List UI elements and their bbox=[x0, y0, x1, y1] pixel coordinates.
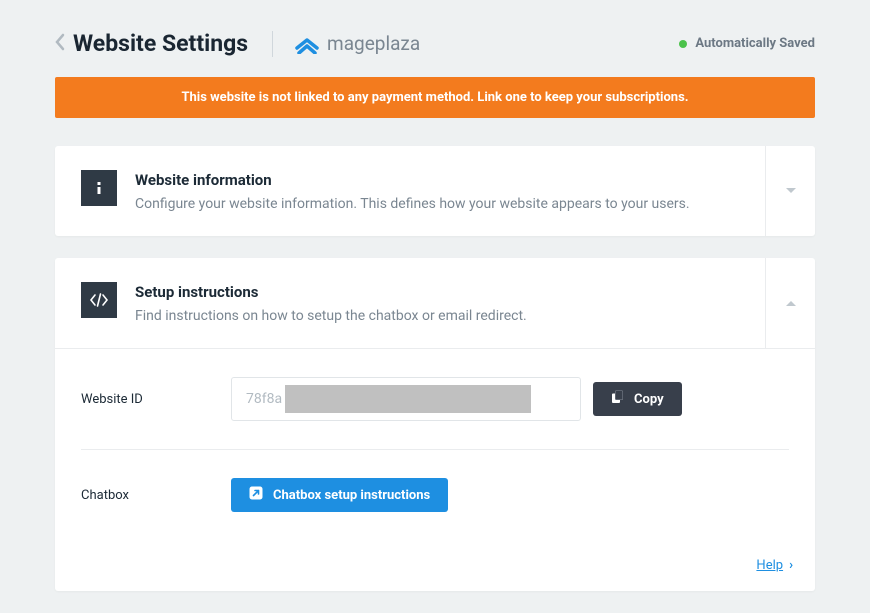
brand-name: mageplaza bbox=[327, 32, 420, 55]
collapse-toggle[interactable] bbox=[765, 258, 815, 348]
setup-instructions-panel: Setup instructions Find instructions on … bbox=[55, 258, 815, 591]
redaction-mask bbox=[285, 385, 531, 413]
code-icon bbox=[81, 282, 117, 318]
panel-subtitle: Find instructions on how to setup the ch… bbox=[135, 308, 527, 324]
field-label: Chatbox bbox=[81, 488, 231, 503]
copy-button-label: Copy bbox=[634, 392, 664, 407]
panel-head: Website information Configure your websi… bbox=[55, 146, 815, 236]
panel-body: Website ID Copy Chatbox bbox=[55, 348, 815, 540]
external-link-icon bbox=[249, 486, 263, 504]
panel-head: Setup instructions Find instructions on … bbox=[55, 258, 815, 348]
panel-text: Website information Configure your websi… bbox=[135, 170, 690, 212]
panel-subtitle: Configure your website information. This… bbox=[135, 196, 690, 212]
chevron-down-icon bbox=[785, 187, 797, 195]
field-content: Copy bbox=[231, 377, 682, 421]
vertical-divider bbox=[272, 31, 273, 57]
input-wrapper bbox=[231, 377, 581, 421]
page-title: Website Settings bbox=[73, 30, 248, 57]
page-header: Website Settings mageplaza Automatically… bbox=[0, 0, 870, 77]
chevron-up-icon bbox=[785, 299, 797, 307]
save-status: Automatically Saved bbox=[679, 36, 815, 51]
status-dot-icon bbox=[679, 40, 687, 48]
status-text: Automatically Saved bbox=[695, 36, 815, 51]
copy-icon bbox=[611, 390, 624, 408]
panel-head-main: Website information Configure your websi… bbox=[55, 146, 765, 236]
brand-logo-icon bbox=[295, 34, 319, 54]
back-chevron-icon[interactable] bbox=[55, 32, 65, 56]
panel-title: Website information bbox=[135, 171, 690, 189]
chatbox-setup-button[interactable]: Chatbox setup instructions bbox=[231, 478, 448, 512]
panel-text: Setup instructions Find instructions on … bbox=[135, 282, 527, 324]
field-label: Website ID bbox=[81, 392, 231, 407]
field-content: Chatbox setup instructions bbox=[231, 478, 448, 512]
panel-head-main: Setup instructions Find instructions on … bbox=[55, 258, 765, 348]
header-left: Website Settings mageplaza bbox=[55, 30, 420, 57]
copy-button[interactable]: Copy bbox=[593, 382, 682, 416]
warning-banner[interactable]: This website is not linked to any paymen… bbox=[55, 77, 815, 118]
panel-title: Setup instructions bbox=[135, 283, 527, 301]
help-link[interactable]: Help bbox=[756, 558, 783, 573]
chevron-right-icon: › bbox=[789, 558, 793, 573]
chatbox-button-label: Chatbox setup instructions bbox=[273, 488, 430, 503]
info-icon bbox=[81, 170, 117, 206]
brand[interactable]: mageplaza bbox=[295, 32, 420, 55]
website-id-row: Website ID Copy bbox=[81, 349, 789, 450]
expand-toggle[interactable] bbox=[765, 146, 815, 236]
panel-footer: Help › bbox=[55, 540, 815, 591]
chatbox-row: Chatbox Chatbox setup instructions bbox=[81, 450, 789, 540]
website-info-panel: Website information Configure your websi… bbox=[55, 146, 815, 236]
